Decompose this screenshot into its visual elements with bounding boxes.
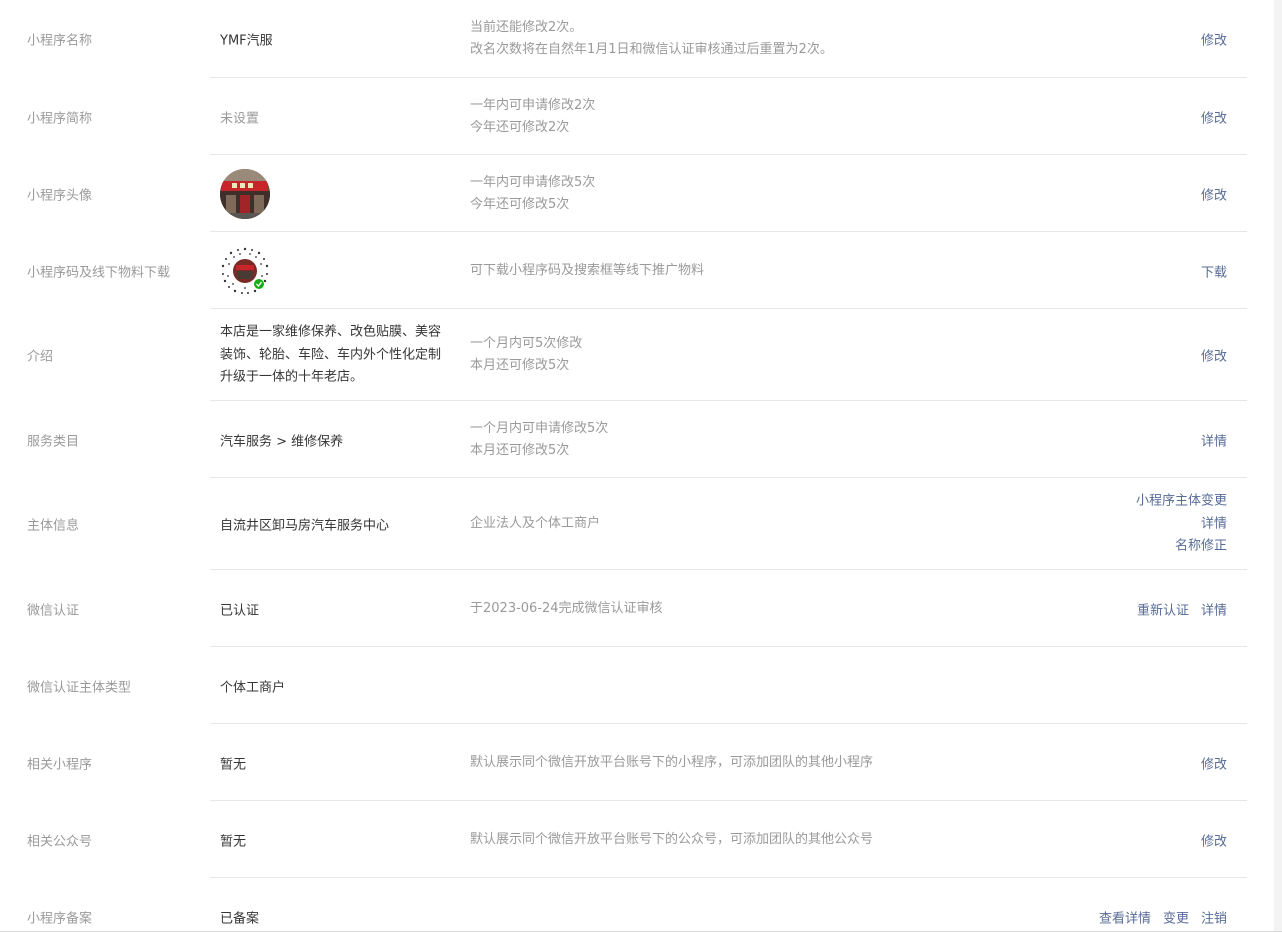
settings-row-related-official-accounts: 相关公众号 暂无 默认展示同个微信开放平台账号下的公众号，可添加团队的其他公众号… — [0, 801, 1247, 878]
row-label: 小程序码及线下物料下载 — [27, 265, 171, 280]
row-actions: 修改 — [1201, 753, 1227, 772]
row-actions: 详情 — [1201, 430, 1227, 449]
row-label: 服务类目 — [27, 434, 80, 449]
row-value: 个体工商户 — [220, 680, 286, 695]
row-label: 相关公众号 — [27, 834, 93, 849]
category-details-link[interactable]: 详情 — [1201, 434, 1227, 449]
view-filing-details-link[interactable]: 查看详情 — [1099, 911, 1151, 926]
settings-row-name: 小程序名称 YMF汽服 当前还能修改2次。 改名次数将在自然年1月1日和微信认证… — [0, 0, 1247, 78]
mini-program-settings-page: 小程序名称 YMF汽服 当前还能修改2次。 改名次数将在自然年1月1日和微信认证… — [0, 0, 1282, 932]
row-description: 当前还能修改2次。 改名次数将在自然年1月1日和微信认证审核通过后重置为2次。 — [470, 20, 833, 57]
row-label: 介绍 — [27, 349, 54, 365]
row-value: 汽车服务 > 维修保养 — [220, 434, 344, 449]
row-actions: 查看详情 变更 注销 — [1087, 907, 1227, 926]
row-description: 一年内可申请修改2次 今年还可修改2次 — [470, 97, 596, 135]
download-link[interactable]: 下载 — [1201, 265, 1227, 280]
settings-row-qrcode: 小程序码及线下物料下载 可下载小程序码及搜索框等线下推广物料 下载 — [0, 232, 1247, 309]
store-front-avatar-icon — [220, 168, 270, 219]
row-value: 本店是一家维修保养、改色贴膜、美容装饰、轮胎、车险、车内外个性化定制升级于一体的… — [220, 324, 442, 385]
edit-related-official-accounts-link[interactable]: 修改 — [1201, 834, 1227, 849]
edit-related-mini-programs-link[interactable]: 修改 — [1201, 757, 1227, 772]
row-value: 自流井区卸马房汽车服务中心 — [220, 518, 390, 534]
row-actions: 修改 — [1201, 30, 1227, 49]
settings-row-verification: 微信认证 已认证 于2023-06-24完成微信认证审核 重新认证 详情 — [0, 570, 1247, 647]
row-actions: 小程序主体变更 详情 名称修正 — [1136, 490, 1227, 558]
row-label: 主体信息 — [27, 518, 80, 534]
reverify-link[interactable]: 重新认证 — [1137, 603, 1189, 618]
row-description: 于2023-06-24完成微信认证审核 — [470, 600, 663, 616]
row-actions: 修改 — [1201, 184, 1227, 203]
row-value: 已认证 — [220, 603, 260, 618]
settings-row-filing: 小程序备案 已备案 查看详情 变更 注销 — [0, 878, 1247, 932]
row-actions: 修改 — [1201, 346, 1227, 365]
row-description: 可下载小程序码及搜索框等线下推广物料 — [470, 262, 705, 278]
row-description: 默认展示同个微信开放平台账号下的公众号，可添加团队的其他公众号 — [470, 831, 874, 847]
settings-row-short-name: 小程序简称 未设置 一年内可申请修改2次 今年还可修改2次 修改 — [0, 78, 1247, 155]
row-value: 已备案 — [220, 911, 260, 926]
row-value: 暂无 — [220, 757, 247, 772]
row-value: YMF汽服 — [220, 33, 273, 49]
row-actions: 下载 — [1201, 261, 1227, 280]
row-description: 企业法人及个体工商户 — [470, 516, 601, 531]
row-actions: 修改 — [1201, 107, 1227, 126]
row-label: 微信认证 — [27, 603, 80, 618]
row-label: 小程序备案 — [27, 911, 93, 926]
row-value: 未设置 — [220, 111, 260, 126]
edit-intro-link[interactable]: 修改 — [1201, 350, 1227, 365]
settings-row-category: 服务类目 汽车服务 > 维修保养 一个月内可申请修改5次 本月还可修改5次 详情 — [0, 401, 1247, 478]
row-description: 一年内可申请修改5次 今年还可修改5次 — [470, 174, 596, 212]
entity-details-link[interactable]: 详情 — [1136, 513, 1227, 536]
verification-details-link[interactable]: 详情 — [1201, 603, 1227, 618]
row-actions: 修改 — [1201, 830, 1227, 849]
settings-row-intro: 介绍 本店是一家维修保养、改色贴膜、美容装饰、轮胎、车险、车内外个性化定制升级于… — [0, 309, 1247, 401]
row-description: 默认展示同个微信开放平台账号下的小程序，可添加团队的其他小程序 — [470, 754, 874, 770]
row-label: 相关小程序 — [27, 757, 93, 772]
settings-row-related-mini-programs: 相关小程序 暂无 默认展示同个微信开放平台账号下的小程序，可添加团队的其他小程序… — [0, 724, 1247, 801]
row-label: 小程序头像 — [27, 188, 93, 203]
edit-avatar-link[interactable]: 修改 — [1201, 188, 1227, 203]
mini-program-code-icon — [220, 246, 270, 296]
settings-row-verification-entity-type: 微信认证主体类型 个体工商户 — [0, 647, 1247, 724]
scrollbar[interactable] — [1274, 0, 1282, 932]
cancel-filing-link[interactable]: 注销 — [1201, 911, 1227, 926]
settings-row-entity: 主体信息 自流井区卸马房汽车服务中心 企业法人及个体工商户 小程序主体变更 详情… — [0, 478, 1247, 570]
row-label: 小程序简称 — [27, 111, 93, 126]
row-actions: 重新认证 详情 — [1125, 599, 1227, 618]
entity-change-link[interactable]: 小程序主体变更 — [1136, 490, 1227, 513]
row-label: 小程序名称 — [27, 33, 93, 49]
settings-row-avatar: 小程序头像 一年内可申请修改5次 今年还可修改5次 修改 — [0, 155, 1247, 232]
row-description: 一个月内可申请修改5次 本月还可修改5次 — [470, 420, 609, 458]
name-correction-link[interactable]: 名称修正 — [1136, 535, 1227, 558]
edit-short-name-link[interactable]: 修改 — [1201, 111, 1227, 126]
row-label: 微信认证主体类型 — [27, 680, 132, 695]
row-value: 暂无 — [220, 834, 247, 849]
row-description: 一个月内可5次修改 本月还可修改5次 — [470, 336, 583, 373]
edit-name-link[interactable]: 修改 — [1201, 34, 1227, 49]
change-filing-link[interactable]: 变更 — [1163, 911, 1189, 926]
